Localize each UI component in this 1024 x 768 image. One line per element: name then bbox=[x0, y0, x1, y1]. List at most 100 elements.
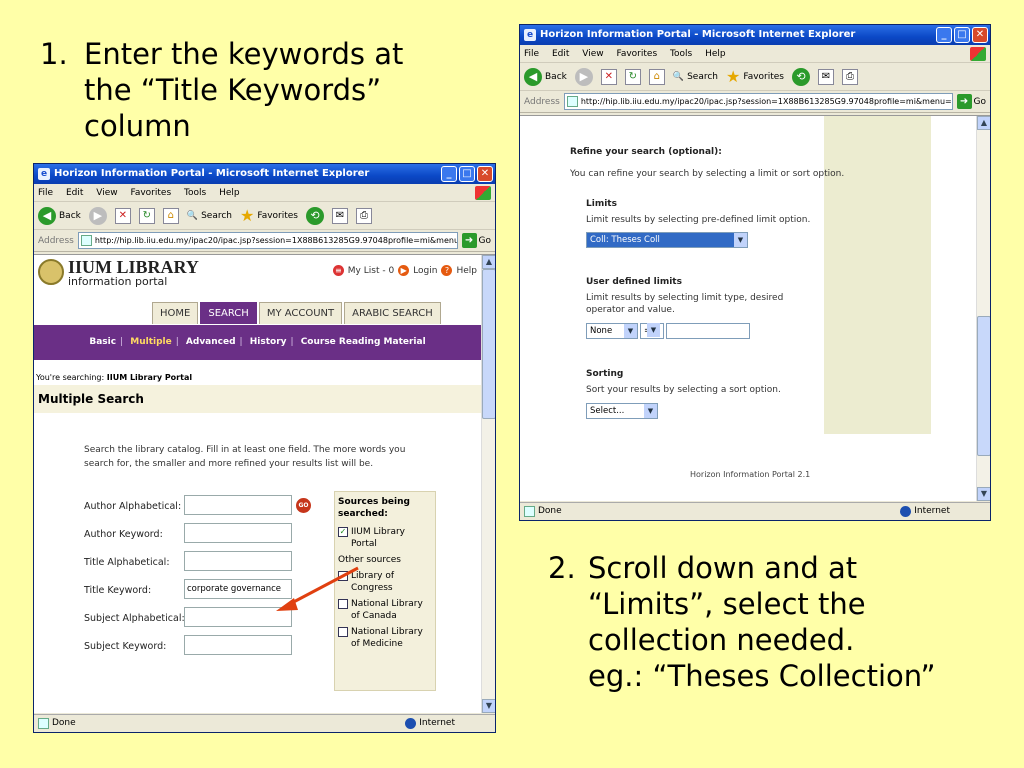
history-icon[interactable]: ⟲ bbox=[306, 206, 324, 225]
limit-type-select[interactable]: None ▼ bbox=[586, 323, 638, 339]
source-option[interactable]: National Library of Medicine bbox=[335, 624, 435, 652]
print-icon[interactable]: ⎙ bbox=[356, 207, 372, 224]
address-input[interactable]: http://hip.lib.iiu.edu.my/ipac20/ipac.js… bbox=[563, 93, 953, 110]
internet-zone: Internet bbox=[405, 715, 455, 732]
maximize-button[interactable]: □ bbox=[954, 27, 970, 43]
field-label-subject-alphabetical: Subject Alphabetical: bbox=[84, 613, 185, 624]
history-icon[interactable]: ⟲ bbox=[792, 67, 810, 86]
subnav-multiple[interactable]: Multiple bbox=[130, 337, 171, 347]
maximize-button[interactable]: □ bbox=[459, 166, 475, 182]
go-button[interactable]: ➜ Go bbox=[461, 233, 491, 248]
go-round-button[interactable]: GO bbox=[296, 498, 311, 513]
step-1-number: 1. bbox=[40, 37, 68, 71]
subject-keyword-input[interactable] bbox=[184, 635, 292, 655]
menu-tools[interactable]: Tools bbox=[184, 188, 206, 198]
tab-my-account[interactable]: MY ACCOUNT bbox=[258, 302, 343, 324]
checkbox[interactable] bbox=[338, 627, 348, 637]
home-icon[interactable]: ⌂ bbox=[162, 207, 179, 224]
search-button[interactable]: 🔍 Search bbox=[187, 211, 232, 221]
go-label: Go bbox=[478, 235, 491, 246]
login-icon: ▶ bbox=[398, 265, 410, 276]
go-button[interactable]: ➜ Go bbox=[956, 94, 986, 109]
subnav-advanced[interactable]: Advanced bbox=[186, 337, 236, 347]
user-defined-limits-text: Limit results by selecting limit type, d… bbox=[586, 293, 784, 315]
print-icon[interactable]: ⎙ bbox=[842, 68, 858, 85]
forward-button[interactable]: ▶ bbox=[88, 206, 107, 225]
scroll-up-arrow-icon[interactable]: ▲ bbox=[482, 255, 495, 269]
window-title: Horizon Information Portal - Microsoft I… bbox=[540, 29, 856, 40]
source-option[interactable]: ✓ IIUM Library Portal bbox=[335, 524, 435, 552]
menu-file[interactable]: File bbox=[38, 188, 53, 198]
subnav-basic[interactable]: Basic bbox=[89, 337, 116, 347]
back-label: Back bbox=[545, 71, 567, 82]
limit-value-input[interactable] bbox=[666, 323, 750, 339]
sources-heading: Sources being searched: bbox=[338, 497, 410, 519]
checked-checkbox[interactable]: ✓ bbox=[338, 527, 348, 537]
stop-icon[interactable]: ✕ bbox=[600, 68, 617, 85]
scroll-thumb[interactable] bbox=[482, 269, 495, 419]
tab-arabic-search[interactable]: ARABIC SEARCH bbox=[344, 302, 441, 324]
author-alphabetical-input[interactable] bbox=[184, 495, 292, 515]
scroll-down-arrow-icon[interactable]: ▼ bbox=[482, 699, 495, 713]
stop-icon[interactable]: ✕ bbox=[114, 207, 131, 224]
minimize-button[interactable]: _ bbox=[441, 166, 457, 182]
browser-toolbar: ◀ Back ▶ ✕ ↻ ⌂ 🔍 Search ★ Favorites ⟲ ✉ ⎙ bbox=[34, 202, 495, 230]
scroll-thumb[interactable] bbox=[977, 316, 990, 456]
refine-intro: You can refine your search by selecting … bbox=[570, 169, 845, 179]
menu-help[interactable]: Help bbox=[705, 49, 726, 59]
go-arrow-icon: ➜ bbox=[461, 233, 477, 248]
subnav-history[interactable]: History bbox=[250, 337, 287, 347]
menu-tools[interactable]: Tools bbox=[670, 49, 692, 59]
address-input[interactable]: http://hip.lib.iiu.edu.my/ipac20/ipac.js… bbox=[77, 232, 458, 249]
menu-help[interactable]: Help bbox=[219, 188, 240, 198]
my-list-link[interactable]: My List - 0 bbox=[348, 266, 394, 276]
search-button[interactable]: 🔍 Search bbox=[673, 72, 718, 82]
favorites-button[interactable]: ★ Favorites bbox=[240, 207, 298, 224]
refresh-icon[interactable]: ↻ bbox=[138, 207, 155, 224]
refresh-icon[interactable]: ↻ bbox=[624, 68, 641, 85]
window-titlebar[interactable]: e Horizon Information Portal - Microsoft… bbox=[520, 25, 990, 45]
close-button[interactable]: ✕ bbox=[972, 27, 988, 43]
field-label-title-alphabetical: Title Alphabetical: bbox=[84, 557, 170, 568]
menu-edit[interactable]: Edit bbox=[552, 49, 569, 59]
tab-search[interactable]: SEARCH bbox=[200, 302, 257, 324]
vertical-scrollbar[interactable]: ▲ ▼ bbox=[481, 255, 495, 713]
tab-home[interactable]: HOME bbox=[152, 302, 199, 324]
home-icon[interactable]: ⌂ bbox=[648, 68, 665, 85]
menu-view[interactable]: View bbox=[96, 188, 117, 198]
back-button[interactable]: ◀ Back bbox=[38, 206, 81, 225]
limits-selected-value: Coll: Theses Coll bbox=[590, 235, 660, 245]
searching-indicator: You're searching: IIUM Library Portal bbox=[36, 373, 192, 382]
help-link[interactable]: Help bbox=[456, 266, 477, 276]
menu-favorites[interactable]: Favorites bbox=[130, 188, 171, 198]
close-button[interactable]: ✕ bbox=[477, 166, 493, 182]
subnav-course-reading[interactable]: Course Reading Material bbox=[301, 337, 426, 347]
menu-edit[interactable]: Edit bbox=[66, 188, 83, 198]
back-button[interactable]: ◀ Back bbox=[524, 67, 567, 86]
chevron-down-icon: ▼ bbox=[734, 233, 747, 247]
login-link[interactable]: Login bbox=[413, 266, 437, 276]
favorites-button[interactable]: ★ Favorites bbox=[726, 66, 784, 86]
window-titlebar[interactable]: e Horizon Information Portal - Microsoft… bbox=[34, 164, 495, 184]
menu-favorites[interactable]: Favorites bbox=[616, 49, 657, 59]
star-icon: ★ bbox=[726, 66, 741, 86]
vertical-scrollbar[interactable]: ▲ ▼ bbox=[976, 116, 990, 501]
mail-icon[interactable]: ✉ bbox=[818, 68, 834, 85]
mail-icon[interactable]: ✉ bbox=[332, 207, 348, 224]
author-keyword-input[interactable] bbox=[184, 523, 292, 543]
forward-button[interactable]: ▶ bbox=[574, 67, 593, 86]
sort-select[interactable]: Select... ▼ bbox=[586, 403, 658, 419]
scroll-down-arrow-icon[interactable]: ▼ bbox=[977, 487, 990, 501]
limits-select[interactable]: Coll: Theses Coll ▼ bbox=[586, 232, 748, 248]
menu-view[interactable]: View bbox=[582, 49, 603, 59]
browser-window-multiple-search: e Horizon Information Portal - Microsoft… bbox=[33, 163, 496, 733]
operator-dropdown[interactable]: ▼ bbox=[647, 323, 660, 339]
menu-file[interactable]: File bbox=[524, 49, 539, 59]
go-arrow-icon: ➜ bbox=[956, 94, 972, 109]
source-label: IIUM Library Portal bbox=[351, 527, 405, 549]
favorites-label: Favorites bbox=[743, 71, 784, 82]
minimize-button[interactable]: _ bbox=[936, 27, 952, 43]
scroll-up-arrow-icon[interactable]: ▲ bbox=[977, 116, 990, 130]
page-icon bbox=[80, 235, 92, 246]
portal-footer: Horizon Information Portal 2.1 bbox=[690, 470, 811, 479]
